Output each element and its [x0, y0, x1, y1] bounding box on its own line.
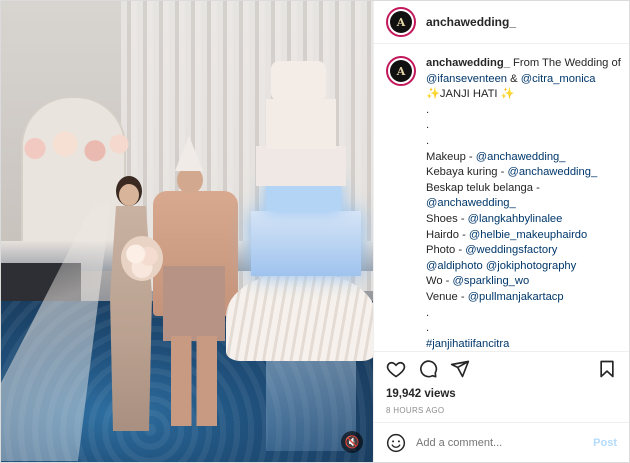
mention-link[interactable]: @citra_monica — [521, 73, 596, 85]
caption-line: Wo - @sparkling_wo — [426, 274, 621, 290]
caption-line: Venue - @pullmanjakartacp — [426, 290, 621, 306]
caption-text-span: Photo - — [426, 244, 466, 257]
mention-link[interactable]: @helbie_makeuphairdo — [469, 229, 587, 241]
caption-username[interactable]: anchawedding_ — [426, 57, 510, 69]
comments-area[interactable]: A anchawedding_ From The Wedding of @ifan… — [374, 44, 629, 351]
post-header: A anchawedding_ — [374, 1, 629, 44]
view-count[interactable]: 19,942 views — [374, 386, 629, 402]
post-button[interactable]: Post — [593, 437, 617, 449]
caption-line: @ifanseventeen & @citra_monica — [426, 72, 621, 88]
mention-link[interactable]: @langkahbylinalee — [468, 213, 563, 225]
post-photo[interactable]: 🔇 — [1, 1, 373, 462]
post-time: 8 HOURS AGO — [386, 406, 445, 415]
comment-icon[interactable] — [418, 359, 438, 379]
mention-link[interactable]: @anchawedding_ — [426, 197, 516, 209]
mention-link[interactable]: @sparkling_wo — [453, 275, 530, 287]
speaker-muted-icon[interactable]: 🔇 — [341, 431, 363, 453]
hashtag-link[interactable]: #janjihatiifancitra — [426, 338, 509, 350]
mention-link[interactable]: @pullmanjakartacp — [468, 291, 564, 303]
caption-line: Shoes - @langkahbylinalee — [426, 212, 621, 228]
caption-text-span: Wo - — [426, 275, 453, 288]
post-side-panel: A anchawedding_ A anchawedding_ From The… — [373, 1, 629, 462]
caption-text-span: Beskap teluk belanga - — [426, 181, 540, 194]
smiley-icon[interactable] — [386, 433, 406, 453]
caption-avatar[interactable]: A — [386, 56, 416, 86]
mention-link[interactable]: @anchawedding_ — [476, 151, 566, 163]
share-icon[interactable] — [450, 359, 470, 379]
caption-line: anchawedding_ From The Wedding of — [426, 56, 621, 72]
caption-line: Makeup - @anchawedding_ — [426, 150, 621, 166]
action-bar — [374, 351, 629, 386]
caption-line: @aldiphoto @jokiphotography — [426, 259, 621, 275]
post-username[interactable]: anchawedding_ — [426, 15, 516, 29]
caption-text-span: Venue - — [426, 290, 468, 303]
caption-line: @anchawedding_ — [426, 196, 621, 212]
mention-link[interactable]: @aldiphoto — [426, 260, 483, 272]
add-comment-bar: Post — [374, 422, 629, 462]
flower-decoration — [11, 126, 131, 171]
caption-line: . — [426, 306, 621, 322]
caption-text: anchawedding_ From The Wedding of @ifanse… — [426, 56, 621, 351]
caption-text-span: From The Wedding of — [509, 57, 621, 69]
caption-line: . — [426, 103, 621, 119]
mention-link[interactable]: @jokiphotography — [486, 260, 576, 272]
caption-text-span: & — [507, 72, 521, 85]
comment-input[interactable] — [416, 436, 594, 449]
caption-text-span: Makeup - — [426, 150, 476, 163]
caption-line: Hairdo - @helbie_makeuphairdo — [426, 228, 621, 244]
caption-line: Kebaya kuring - @anchawedding_ — [426, 165, 621, 181]
caption-text-span: Kebaya kuring - — [426, 166, 508, 179]
caption-line: . — [426, 118, 621, 134]
mention-link[interactable]: @anchawedding_ — [507, 166, 597, 178]
caption-text-span: ✨JANJI HATI ✨ — [426, 88, 515, 101]
caption-line: . — [426, 321, 621, 337]
caption-text-span: . — [426, 134, 430, 147]
caption-text-span: . — [426, 306, 430, 319]
caption-text-span: . — [426, 119, 430, 132]
heart-icon[interactable] — [386, 359, 406, 379]
bouquet — [121, 236, 163, 281]
mention-link[interactable]: @weddingsfactory — [465, 244, 557, 256]
caption: A anchawedding_ From The Wedding of @ifan… — [386, 56, 621, 351]
caption-line: ✨JANJI HATI ✨ — [426, 87, 621, 103]
caption-line: . — [426, 134, 621, 150]
mention-link[interactable]: @ifanseventeen — [426, 73, 507, 85]
caption-line: Beskap teluk belanga - — [426, 181, 621, 197]
caption-text-span: Shoes - — [426, 212, 468, 225]
caption-line: Photo - @weddingsfactory — [426, 243, 621, 259]
bookmark-icon[interactable] — [597, 359, 617, 379]
caption-text-span: . — [426, 103, 430, 116]
instagram-post-modal: 🔇 A anchawedding_ A anchawedding_ From T… — [0, 0, 630, 463]
wedding-cake — [226, 61, 373, 451]
avatar[interactable]: A — [386, 7, 416, 37]
caption-text-span: . — [426, 322, 430, 335]
caption-text-span: Hairdo - — [426, 228, 469, 241]
caption-line: #janjihatiifancitra — [426, 337, 621, 351]
